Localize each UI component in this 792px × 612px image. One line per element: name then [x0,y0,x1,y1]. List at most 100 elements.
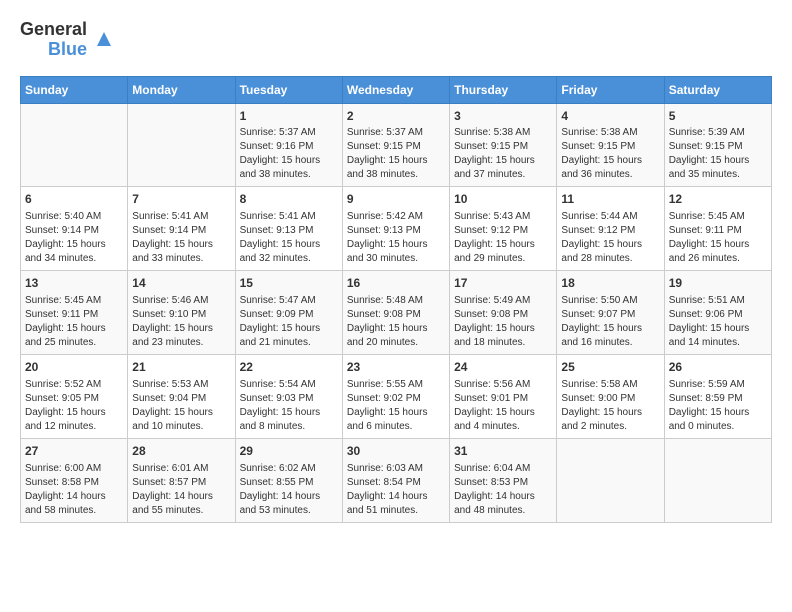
cell-info: Daylight: 15 hours and 0 minutes. [669,406,767,434]
cell-info: Sunrise: 5:44 AM [561,210,659,224]
cell-info: Daylight: 14 hours and 58 minutes. [25,490,123,518]
cell-info: Daylight: 15 hours and 20 minutes. [347,322,445,350]
cell-info: Daylight: 15 hours and 26 minutes. [669,238,767,266]
calendar-cell: 2Sunrise: 5:37 AMSunset: 9:15 PMDaylight… [342,103,449,187]
day-number: 13 [25,275,123,292]
day-number: 14 [132,275,230,292]
cell-info: Sunset: 9:08 PM [454,308,552,322]
cell-info: Sunset: 9:14 PM [25,224,123,238]
day-number: 16 [347,275,445,292]
cell-info: Daylight: 14 hours and 55 minutes. [132,490,230,518]
calendar-cell: 11Sunrise: 5:44 AMSunset: 9:12 PMDayligh… [557,187,664,271]
week-row-2: 6Sunrise: 5:40 AMSunset: 9:14 PMDaylight… [21,187,772,271]
day-number: 18 [561,275,659,292]
cell-info: Sunset: 9:13 PM [347,224,445,238]
calendar-cell: 10Sunrise: 5:43 AMSunset: 9:12 PMDayligh… [450,187,557,271]
cell-info: Daylight: 15 hours and 36 minutes. [561,154,659,182]
cell-info: Sunrise: 5:43 AM [454,210,552,224]
cell-info: Daylight: 15 hours and 4 minutes. [454,406,552,434]
cell-info: Sunset: 9:12 PM [454,224,552,238]
cell-info: Sunrise: 6:01 AM [132,462,230,476]
cell-info: Sunset: 9:07 PM [561,308,659,322]
day-number: 26 [669,359,767,376]
calendar-cell: 14Sunrise: 5:46 AMSunset: 9:10 PMDayligh… [128,271,235,355]
calendar-cell: 25Sunrise: 5:58 AMSunset: 9:00 PMDayligh… [557,354,664,438]
cell-info: Daylight: 14 hours and 51 minutes. [347,490,445,518]
cell-info: Sunrise: 5:47 AM [240,294,338,308]
calendar-cell [664,438,771,522]
calendar-table: SundayMondayTuesdayWednesdayThursdayFrid… [20,76,772,523]
day-number: 20 [25,359,123,376]
calendar-cell: 6Sunrise: 5:40 AMSunset: 9:14 PMDaylight… [21,187,128,271]
day-number: 1 [240,108,338,125]
day-number: 29 [240,443,338,460]
cell-info: Sunrise: 6:02 AM [240,462,338,476]
cell-info: Daylight: 15 hours and 35 minutes. [669,154,767,182]
day-number: 2 [347,108,445,125]
cell-info: Sunset: 8:57 PM [132,476,230,490]
day-number: 27 [25,443,123,460]
calendar-cell: 8Sunrise: 5:41 AMSunset: 9:13 PMDaylight… [235,187,342,271]
cell-info: Sunrise: 5:45 AM [669,210,767,224]
cell-info: Daylight: 15 hours and 37 minutes. [454,154,552,182]
day-header-saturday: Saturday [664,76,771,103]
cell-info: Sunrise: 5:41 AM [240,210,338,224]
cell-info: Sunrise: 5:40 AM [25,210,123,224]
day-number: 23 [347,359,445,376]
logo: General Blue [20,20,115,60]
cell-info: Daylight: 15 hours and 21 minutes. [240,322,338,350]
cell-info: Sunrise: 5:38 AM [561,126,659,140]
cell-info: Sunset: 9:02 PM [347,392,445,406]
logo-blue: Blue [48,40,87,60]
day-number: 8 [240,191,338,208]
week-row-4: 20Sunrise: 5:52 AMSunset: 9:05 PMDayligh… [21,354,772,438]
calendar-cell: 18Sunrise: 5:50 AMSunset: 9:07 PMDayligh… [557,271,664,355]
cell-info: Sunrise: 6:04 AM [454,462,552,476]
day-number: 3 [454,108,552,125]
cell-info: Daylight: 15 hours and 10 minutes. [132,406,230,434]
cell-info: Sunset: 8:58 PM [25,476,123,490]
day-header-tuesday: Tuesday [235,76,342,103]
calendar-cell: 28 Sunrise: 6:01 AMSunset: 8:57 PMDayligh… [128,438,235,522]
cell-info: Sunrise: 5:48 AM [347,294,445,308]
cell-info: Sunrise: 5:50 AM [561,294,659,308]
calendar-cell: 19Sunrise: 5:51 AMSunset: 9:06 PMDayligh… [664,271,771,355]
logo-general: General [20,20,87,40]
cell-info: Sunset: 8:54 PM [347,476,445,490]
calendar-cell [21,103,128,187]
day-header-sunday: Sunday [21,76,128,103]
cell-info: Daylight: 15 hours and 38 minutes. [240,154,338,182]
cell-info: Sunrise: 5:51 AM [669,294,767,308]
header-row: SundayMondayTuesdayWednesdayThursdayFrid… [21,76,772,103]
cell-info: Sunset: 8:59 PM [669,392,767,406]
cell-info: Daylight: 15 hours and 28 minutes. [561,238,659,266]
cell-info: Sunrise: 6:00 AM [25,462,123,476]
cell-info: Sunset: 9:05 PM [25,392,123,406]
cell-info: Sunset: 9:15 PM [347,140,445,154]
day-number: 19 [669,275,767,292]
day-number: 25 [561,359,659,376]
cell-info: Sunrise: 5:46 AM [132,294,230,308]
calendar-cell: 30Sunrise: 6:03 AMSunset: 8:54 PMDayligh… [342,438,449,522]
cell-info: Daylight: 15 hours and 6 minutes. [347,406,445,434]
cell-info: Sunrise: 5:37 AM [240,126,338,140]
page-header: General Blue [20,20,772,60]
cell-info: Daylight: 15 hours and 14 minutes. [669,322,767,350]
cell-info: Sunset: 9:00 PM [561,392,659,406]
day-number: 5 [669,108,767,125]
week-row-1: 1Sunrise: 5:37 AMSunset: 9:16 PMDaylight… [21,103,772,187]
cell-info: Sunset: 9:01 PM [454,392,552,406]
day-number: 28 [132,443,230,460]
calendar-cell: 1Sunrise: 5:37 AMSunset: 9:16 PMDaylight… [235,103,342,187]
cell-info: Sunset: 9:08 PM [347,308,445,322]
cell-info: Sunrise: 5:55 AM [347,378,445,392]
day-number: 24 [454,359,552,376]
cell-info: Daylight: 15 hours and 29 minutes. [454,238,552,266]
cell-info: Daylight: 15 hours and 30 minutes. [347,238,445,266]
day-number: 21 [132,359,230,376]
calendar-cell: 16 Sunrise: 5:48 AMSunset: 9:08 PMDayligh… [342,271,449,355]
cell-info: Sunset: 9:10 PM [132,308,230,322]
cell-info: Daylight: 14 hours and 48 minutes. [454,490,552,518]
calendar-cell: 9Sunrise: 5:42 AMSunset: 9:13 PMDaylight… [342,187,449,271]
cell-info: Sunset: 9:15 PM [454,140,552,154]
